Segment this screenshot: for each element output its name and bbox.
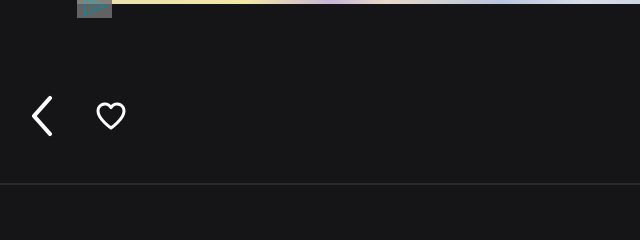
chevron-left-icon: [32, 96, 52, 136]
toolbar: [0, 80, 640, 152]
play-triangle-icon: [84, 0, 108, 16]
favorite-button[interactable]: [90, 96, 132, 136]
media-preview-strip[interactable]: [77, 0, 640, 4]
app-window: [0, 0, 640, 240]
heart-outline-icon: [96, 102, 126, 130]
divider: [0, 183, 640, 185]
back-button[interactable]: [22, 88, 62, 144]
media-thumbnail[interactable]: [77, 0, 112, 18]
